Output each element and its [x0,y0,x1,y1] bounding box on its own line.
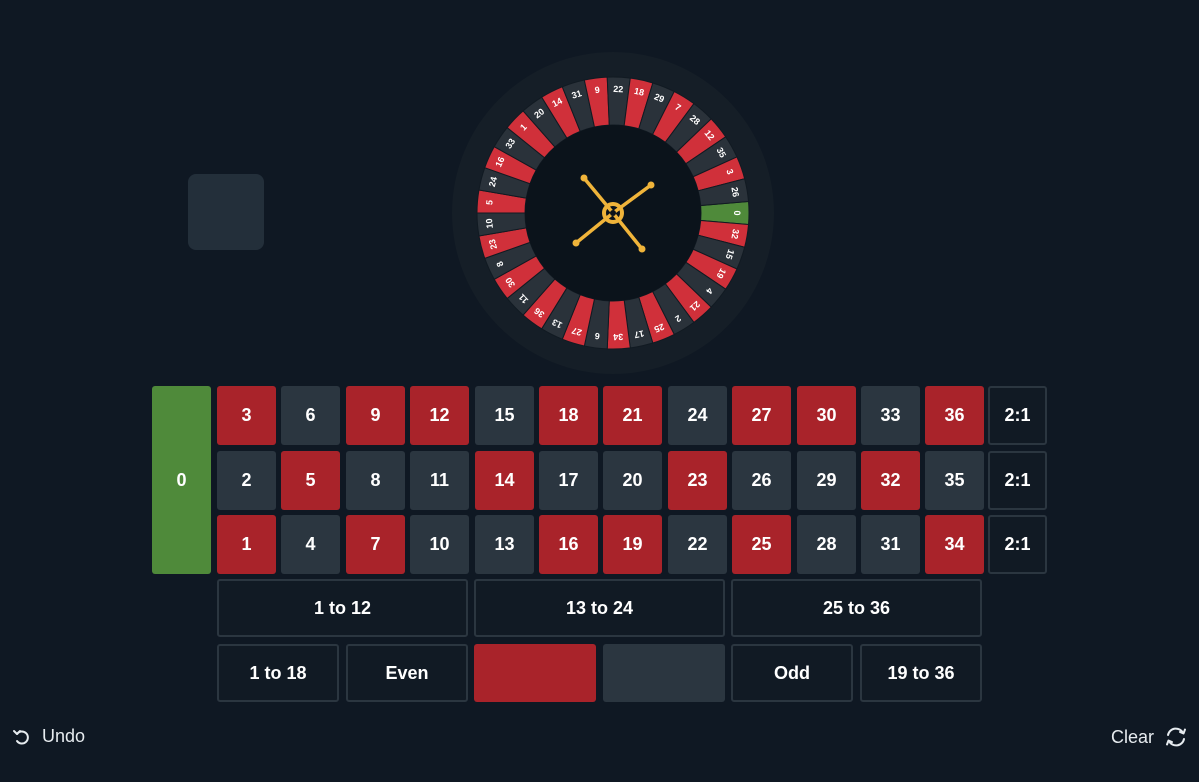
number-cell-29[interactable]: 29 [797,451,856,510]
number-cell-13[interactable]: 13 [475,515,534,574]
number-cell-4[interactable]: 4 [281,515,340,574]
column-bet-3[interactable]: 2:1 [988,515,1047,574]
dozen-bet-2nd[interactable]: 13 to 24 [474,579,725,637]
undo-button[interactable]: Undo [12,726,85,747]
number-cell-28[interactable]: 28 [797,515,856,574]
number-cell-8[interactable]: 8 [346,451,405,510]
black-bet-button[interactable] [603,644,725,702]
red-bet-button[interactable] [474,644,596,702]
number-cell-35[interactable]: 35 [925,451,984,510]
undo-icon [12,727,32,747]
number-cell-6[interactable]: 6 [281,386,340,445]
wheel-pocket-label: 0 [732,210,742,215]
number-cell-23[interactable]: 23 [668,451,727,510]
number-cell-26[interactable]: 26 [732,451,791,510]
number-cell-22[interactable]: 22 [668,515,727,574]
number-cell-32[interactable]: 32 [861,451,920,510]
number-cell-20[interactable]: 20 [603,451,662,510]
number-cell-12[interactable]: 12 [410,386,469,445]
number-cell-14[interactable]: 14 [475,451,534,510]
low-bet-button[interactable]: 1 to 18 [217,644,339,702]
wheel-pocket-label: 18 [633,86,645,98]
number-cell-24[interactable]: 24 [668,386,727,445]
number-cell-2[interactable]: 2 [217,451,276,510]
column-bet-1[interactable]: 2:1 [988,386,1047,445]
number-cell-34[interactable]: 34 [925,515,984,574]
wheel-pocket-label: 5 [484,200,494,206]
number-cell-9[interactable]: 9 [346,386,405,445]
high-bet-button[interactable]: 19 to 36 [860,644,982,702]
even-bet-button[interactable]: Even [346,644,468,702]
dozen-bet-3rd[interactable]: 25 to 36 [731,579,982,637]
number-cell-10[interactable]: 10 [410,515,469,574]
wheel-pocket-label: 17 [633,328,645,340]
number-cell-16[interactable]: 16 [539,515,598,574]
last-result-display [188,174,264,250]
wheel-pocket-label: 26 [729,186,741,198]
number-cell-27[interactable]: 27 [732,386,791,445]
odd-bet-button[interactable]: Odd [731,644,853,702]
number-cell-11[interactable]: 11 [410,451,469,510]
undo-label: Undo [42,726,86,746]
column-bet-2[interactable]: 2:1 [988,451,1047,510]
wheel-pocket-label: 22 [613,84,623,94]
wheel-pocket-label: 34 [613,332,623,342]
wheel-pocket-label: 32 [729,228,741,240]
number-cell-30[interactable]: 30 [797,386,856,445]
refresh-icon [1164,726,1188,748]
number-cell-36[interactable]: 36 [925,386,984,445]
roulette-wheel-graphic: 0321519421225173462713361130823105241633… [452,52,774,374]
number-cell-3[interactable]: 3 [217,386,276,445]
dozen-bet-1st[interactable]: 1 to 12 [217,579,468,637]
wheel-pocket-label: 10 [484,218,495,229]
number-cell-17[interactable]: 17 [539,451,598,510]
number-cell-21[interactable]: 21 [603,386,662,445]
number-cell-7[interactable]: 7 [346,515,405,574]
number-cell-31[interactable]: 31 [861,515,920,574]
number-cell-19[interactable]: 19 [603,515,662,574]
clear-label: Clear [1111,726,1155,747]
number-cell-15[interactable]: 15 [475,386,534,445]
number-cell-18[interactable]: 18 [539,386,598,445]
number-cell-5[interactable]: 5 [281,451,340,510]
clear-button[interactable]: Clear [1111,726,1188,748]
number-cell-25[interactable]: 25 [732,515,791,574]
number-cell-1[interactable]: 1 [217,515,276,574]
roulette-wheel: 0 32 15 19 4 21 2 25 17 34 6 27 13 36 11 30 8 23 10 5 24 16 33… [452,52,774,374]
number-cell-33[interactable]: 33 [861,386,920,445]
number-cell-0[interactable]: 0 [152,386,211,574]
